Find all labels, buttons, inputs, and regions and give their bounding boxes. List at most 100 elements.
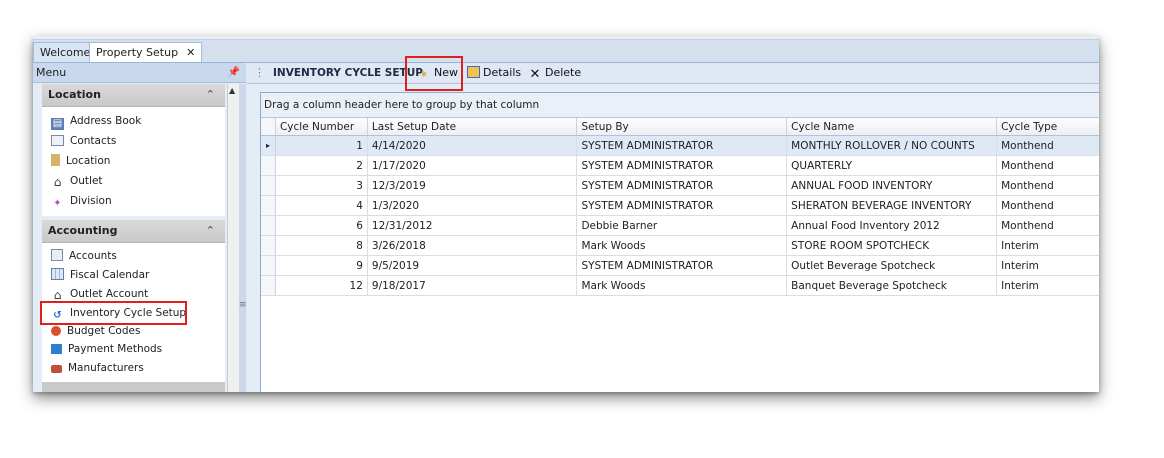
menu-item-address-book[interactable]: ▤ Address Book [42,111,225,131]
cell-cycle-name[interactable]: MONTHLY ROLLOVER / NO COUNTS [786,135,998,156]
cell-cycle-name[interactable]: QUARTERLY [786,155,998,176]
cell-cycle-name[interactable]: Banquet Beverage Spotcheck [786,275,998,296]
group-header-accounting[interactable]: Accounting ⌃ [42,220,225,243]
row-indicator-header [261,118,276,136]
row-indicator[interactable] [261,255,276,276]
menu-item-contacts[interactable]: Contacts [42,131,225,151]
menu-item-location[interactable]: Location [42,151,225,171]
cell-setup-by[interactable]: SYSTEM ADMINISTRATOR [576,135,788,156]
menu-header: Menu 📌 [33,63,246,83]
cell-setup-by[interactable]: Mark Woods [576,275,788,296]
menu-item-payment-methods[interactable]: Payment Methods [42,340,225,359]
cell-cycle-type[interactable]: Interim [996,255,1099,276]
collapse-icon[interactable]: ⌃ [206,220,215,242]
menu-item-label: Budget Codes [67,325,141,337]
row-indicator[interactable] [261,195,276,216]
cell-last-setup-date[interactable]: 12/3/2019 [367,175,578,196]
menu-item-budget-codes[interactable]: Budget Codes [42,323,225,340]
delete-button[interactable]: ✕ Delete [528,63,582,83]
group-by-panel[interactable]: Drag a column header here to group by th… [261,93,1099,118]
menu-title: Menu [36,66,67,79]
cell-cycle-number[interactable]: 1 [275,135,368,156]
location-icon [51,154,60,166]
column-header-cycle-name[interactable]: Cycle Name [786,118,998,136]
menu-item-manufacturers[interactable]: Manufacturers [42,359,225,378]
cell-cycle-number[interactable]: 6 [275,215,368,236]
row-indicator[interactable] [261,175,276,196]
tab-welcome[interactable]: Welcome [33,42,98,62]
tab-label: Welcome [40,46,91,59]
toolbar: ⋮ INVENTORY CYCLE SETUP ✴ New Details ✕ De… [247,63,1099,84]
table-row[interactable]: 2 1/17/2020 SYSTEM ADMINISTRATOR QUARTERLY M… [261,155,1099,176]
row-indicator[interactable] [261,215,276,236]
cell-cycle-type[interactable]: Monthend [996,215,1099,236]
tab-property-setup[interactable]: Property Setup ✕ [89,42,203,62]
table-row[interactable]: 4 1/3/2020 SYSTEM ADMINISTRATOR SHERATON BE… [261,195,1099,216]
cell-setup-by[interactable]: SYSTEM ADMINISTRATOR [576,255,788,276]
cell-cycle-name[interactable]: ANNUAL FOOD INVENTORY [786,175,998,196]
cycle-table: Cycle Number Last Setup Date Setup By Cy… [261,118,1099,296]
cell-cycle-number[interactable]: 12 [275,275,368,296]
row-indicator[interactable] [261,275,276,296]
menu-item-label: Accounts [69,250,117,262]
contacts-icon [51,135,64,146]
cell-last-setup-date[interactable]: 4/14/2020 [367,135,578,156]
cell-setup-by[interactable]: Mark Woods [576,235,788,256]
cell-last-setup-date[interactable]: 9/18/2017 [367,275,578,296]
cell-cycle-number[interactable]: 4 [275,195,368,216]
menu-item-label: Location [66,155,111,167]
details-button[interactable]: Details [467,63,521,83]
scroll-up-icon[interactable]: ▲ [229,86,235,95]
column-header-cycle-number[interactable]: Cycle Number [275,118,368,136]
column-header-setup-by[interactable]: Setup By [576,118,788,136]
cell-cycle-type[interactable]: Interim [996,275,1099,296]
grip-icon: ≡ [239,300,247,310]
cell-cycle-name[interactable]: Outlet Beverage Spotcheck [786,255,998,276]
cell-last-setup-date[interactable]: 3/26/2018 [367,235,578,256]
grid-container: Drag a column header here to group by th… [247,84,1099,392]
cell-cycle-number[interactable]: 9 [275,255,368,276]
menu-item-outlet[interactable]: ⌂ Outlet [42,171,225,191]
pin-icon[interactable]: 📌 [228,63,240,83]
cell-cycle-name[interactable]: SHERATON BEVERAGE INVENTORY [786,195,998,216]
cell-setup-by[interactable]: SYSTEM ADMINISTRATOR [576,155,788,176]
group-title: Accounting [48,224,118,237]
menu-item-fiscal-calendar[interactable]: Fiscal Calendar [42,266,225,285]
details-icon [467,66,480,78]
cell-cycle-number[interactable]: 3 [275,175,368,196]
table-row[interactable]: 6 12/31/2012 Debbie Barner Annual Food Inve… [261,215,1099,236]
cell-last-setup-date[interactable]: 1/17/2020 [367,155,578,176]
highlight-new-button [405,56,463,91]
cell-cycle-name[interactable]: STORE ROOM SPOTCHECK [786,235,998,256]
close-icon[interactable]: ✕ [186,46,195,59]
cell-cycle-type[interactable]: Interim [996,235,1099,256]
cell-last-setup-date[interactable]: 12/31/2012 [367,215,578,236]
menu-item-division[interactable]: ✦ Division [42,191,225,211]
cell-setup-by[interactable]: SYSTEM ADMINISTRATOR [576,175,788,196]
table-row[interactable]: 12 9/18/2017 Mark Woods Banquet Beverage Sp… [261,275,1099,296]
table-row[interactable]: 9 9/5/2019 SYSTEM ADMINISTRATOR Outlet Beve… [261,255,1099,276]
cell-cycle-type[interactable]: Monthend [996,175,1099,196]
menu-item-accounts[interactable]: Accounts [42,247,225,266]
row-indicator-icon[interactable]: ▸ [261,135,276,156]
row-indicator[interactable] [261,155,276,176]
cell-cycle-number[interactable]: 2 [275,155,368,176]
table-row[interactable]: 3 12/3/2019 SYSTEM ADMINISTRATOR ANNUAL FOO… [261,175,1099,196]
cell-cycle-type[interactable]: Monthend [996,195,1099,216]
collapse-icon[interactable]: ⌃ [206,84,215,106]
column-header-cycle-type[interactable]: Cycle Type [996,118,1099,136]
column-header-last-setup-date[interactable]: Last Setup Date [367,118,578,136]
cell-cycle-type[interactable]: Monthend [996,155,1099,176]
panel-splitter[interactable]: ≡ [239,84,247,392]
cell-cycle-number[interactable]: 8 [275,235,368,256]
cell-last-setup-date[interactable]: 1/3/2020 [367,195,578,216]
cell-cycle-name[interactable]: Annual Food Inventory 2012 [786,215,998,236]
cell-setup-by[interactable]: Debbie Barner [576,215,788,236]
table-row[interactable]: ▸ 1 4/14/2020 SYSTEM ADMINISTRATOR MONTHLY R… [261,135,1099,156]
table-row[interactable]: 8 3/26/2018 Mark Woods STORE ROOM SPOTCHECK… [261,235,1099,256]
group-header-location[interactable]: Location ⌃ [42,84,225,107]
cell-cycle-type[interactable]: Monthend [996,135,1099,156]
row-indicator[interactable] [261,235,276,256]
cell-setup-by[interactable]: SYSTEM ADMINISTRATOR [576,195,788,216]
cell-last-setup-date[interactable]: 9/5/2019 [367,255,578,276]
